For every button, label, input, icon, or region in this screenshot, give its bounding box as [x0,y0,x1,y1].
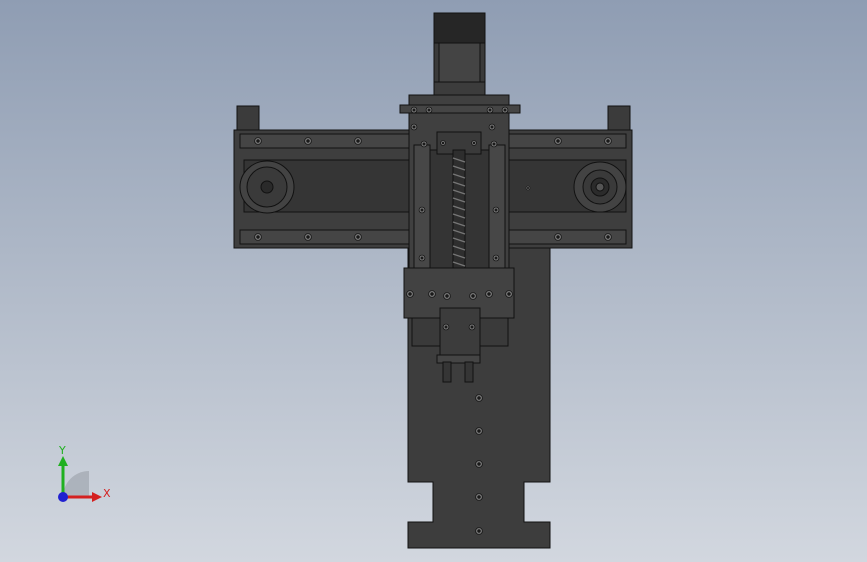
y-axis-label: Y [58,444,66,457]
cad-viewport[interactable]: Y X [0,0,867,562]
x-axis-label: X [103,487,111,500]
gripper-body [439,307,481,357]
z-axis-dot [58,492,68,502]
triad-plane-indicator [63,471,89,497]
axis-triad: Y X [58,444,111,502]
right-gripper-finger [464,361,474,383]
left-gripper-finger [442,361,452,383]
left-end-bracket [236,105,260,131]
right-end-bracket [607,105,631,131]
cad-drawing: Y X [58,12,633,549]
stepper-motor [433,12,486,44]
